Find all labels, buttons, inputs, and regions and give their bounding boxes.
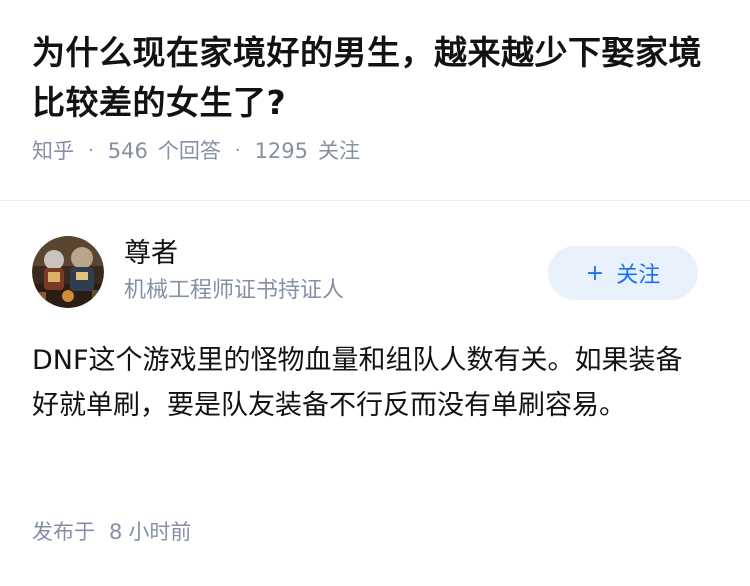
divider xyxy=(0,200,750,201)
publish-time-value: 8 xyxy=(109,520,123,544)
question-title[interactable]: 为什么现在家境好的男生，越来越少下娶家境比较差的女生了? xyxy=(32,28,718,128)
answer-page: 为什么现在家境好的男生，越来越少下娶家境比较差的女生了? 知乎 · 546 个回… xyxy=(0,0,750,586)
answer-content[interactable]: DNF这个游戏里的怪物血量和组队人数有关。如果装备好就单刷，要是队友装备不行反而… xyxy=(32,338,708,428)
follower-count: 1295 xyxy=(254,139,309,163)
question-meta: 知乎 · 546 个回答 · 1295 关注 xyxy=(32,136,718,166)
meta-separator: · xyxy=(88,140,94,161)
follower-count-label: 关注 xyxy=(318,139,361,163)
publish-time: 发布于 8 小时前 xyxy=(32,514,191,550)
author-badge: 机械工程师证书持证人 xyxy=(124,278,345,303)
plus-icon: + xyxy=(585,260,605,286)
follow-button[interactable]: + 关注 xyxy=(548,246,698,300)
publish-time-prefix: 发布于 xyxy=(32,520,95,544)
avatar-image xyxy=(32,236,104,308)
avatar[interactable] xyxy=(32,236,104,308)
author-row: 尊者 机械工程师证书持证人 + 关注 xyxy=(32,234,718,308)
publish-time-unit: 小时前 xyxy=(128,520,192,544)
answer-card: 尊者 机械工程师证书持证人 + 关注 DNF这个游戏里的怪物血量和组队人数有关。… xyxy=(32,234,718,428)
answer-count-label[interactable]: 个回答 xyxy=(158,136,221,166)
question-header: 为什么现在家境好的男生，越来越少下娶家境比较差的女生了? 知乎 · 546 个回… xyxy=(0,0,750,166)
source-label[interactable]: 知乎 xyxy=(32,136,74,166)
meta-separator: · xyxy=(234,140,241,161)
author-name[interactable]: 尊者 xyxy=(124,236,178,272)
answer-count: 546 xyxy=(107,139,148,163)
follow-button-label: 关注 xyxy=(616,263,661,288)
